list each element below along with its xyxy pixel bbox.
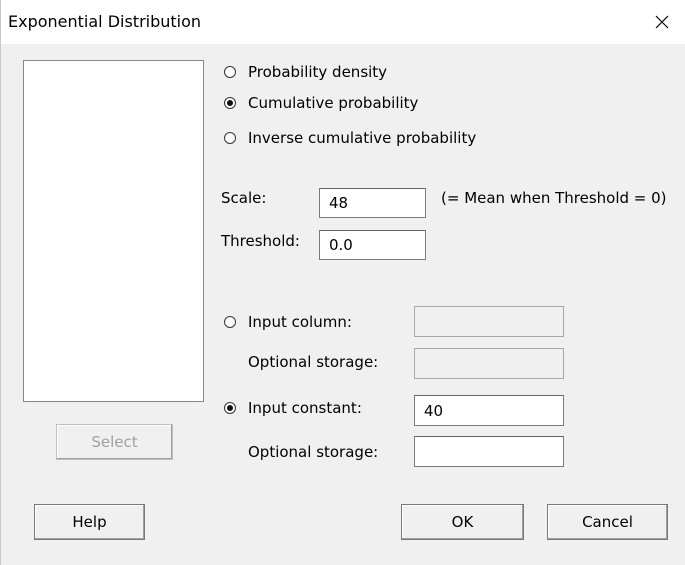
radio-label: Input column: (248, 313, 352, 331)
radio-label: Probability density (248, 63, 388, 81)
radio-indicator[interactable] (224, 316, 236, 328)
radio-inverse-cumulative-probability[interactable]: Inverse cumulative probability (224, 129, 476, 147)
optional-storage-column-field[interactable] (414, 348, 564, 379)
optional-storage-label-column: Optional storage: (248, 353, 379, 371)
select-button[interactable]: Select (56, 424, 173, 460)
radio-indicator[interactable] (224, 402, 236, 414)
radio-input-constant[interactable]: Input constant: (224, 399, 362, 417)
scale-input[interactable]: 48 (319, 188, 426, 218)
optional-storage-label-constant: Optional storage: (248, 443, 379, 461)
radio-indicator[interactable] (224, 66, 236, 78)
help-button[interactable]: Help (34, 504, 145, 540)
radio-cumulative-probability[interactable]: Cumulative probability (224, 94, 418, 112)
cancel-button[interactable]: Cancel (547, 504, 668, 540)
scale-note: (= Mean when Threshold = 0) (441, 189, 667, 207)
close-icon[interactable] (639, 0, 685, 44)
input-constant-field[interactable]: 40 (414, 395, 564, 426)
radio-label: Input constant: (248, 399, 362, 417)
optional-storage-constant-field[interactable] (414, 436, 564, 467)
radio-indicator[interactable] (224, 97, 236, 109)
exponential-distribution-dialog: Exponential Distribution Select Probabil… (0, 0, 685, 565)
close-icon-glyph (655, 15, 669, 29)
input-column-field[interactable] (414, 306, 564, 337)
dialog-title: Exponential Distribution (8, 12, 202, 31)
threshold-label: Threshold: (221, 232, 300, 250)
radio-input-column[interactable]: Input column: (224, 313, 352, 331)
ok-button[interactable]: OK (401, 504, 524, 540)
radio-probability-density[interactable]: Probability density (224, 63, 387, 81)
title-bar: Exponential Distribution (1, 0, 685, 44)
radio-indicator[interactable] (224, 132, 236, 144)
radio-label: Inverse cumulative probability (248, 129, 477, 147)
scale-label: Scale: (221, 189, 267, 207)
threshold-input[interactable]: 0.0 (319, 230, 426, 260)
radio-label: Cumulative probability (248, 94, 419, 112)
variable-listbox[interactable] (23, 60, 204, 402)
